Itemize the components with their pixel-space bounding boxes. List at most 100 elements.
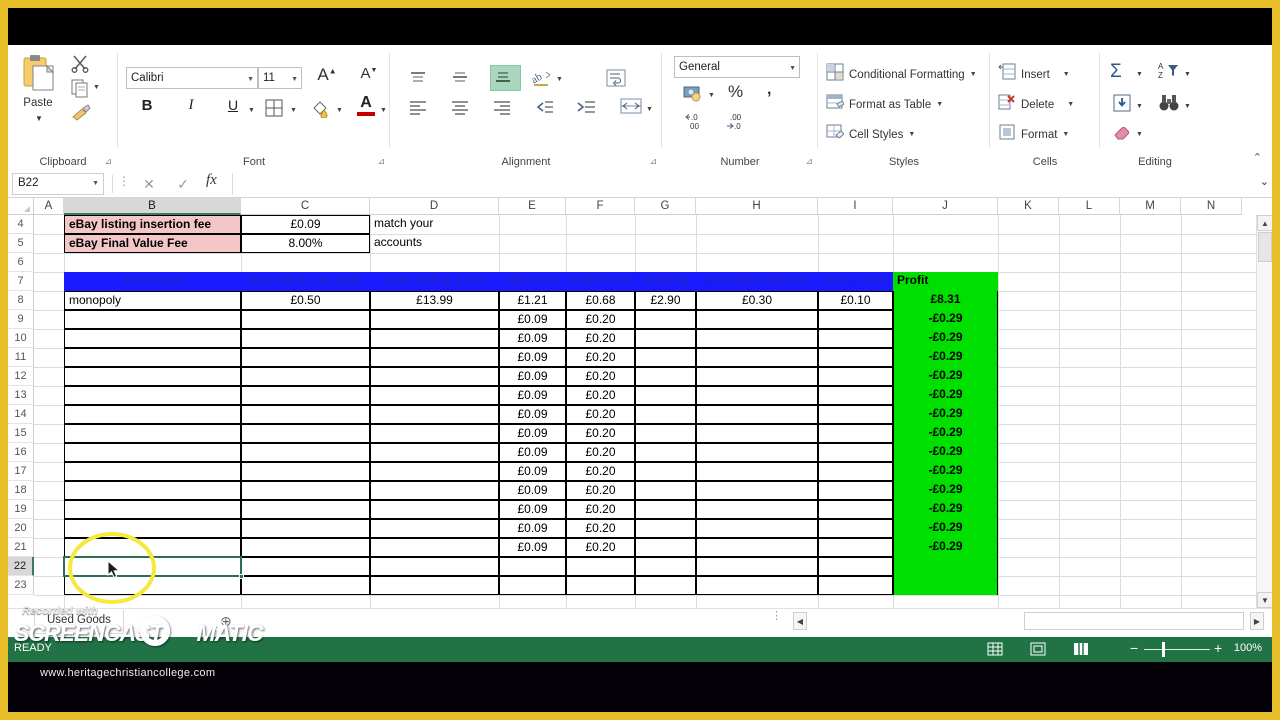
cell-shipping-row-12[interactable] bbox=[635, 367, 696, 386]
merge-and-center-icon[interactable] bbox=[618, 95, 644, 122]
page-break-preview-icon[interactable] bbox=[1071, 640, 1091, 658]
cell-paypal-fees-row-11[interactable]: £0.20 bbox=[566, 348, 635, 367]
cell-other-costs-row-16[interactable] bbox=[818, 443, 893, 462]
row-header-5[interactable]: 5 bbox=[8, 234, 34, 253]
font-dialog-launcher[interactable]: ⊿ bbox=[377, 156, 385, 167]
cell-paid-row-9[interactable] bbox=[241, 310, 370, 329]
row-header-8[interactable]: 8 bbox=[8, 291, 34, 310]
cell-item-row-19[interactable] bbox=[64, 500, 241, 519]
cell-paid-row-18[interactable] bbox=[241, 481, 370, 500]
format-painter-icon[interactable] bbox=[70, 103, 92, 128]
autosum-dropdown-caret[interactable]: ▼ bbox=[1136, 71, 1143, 78]
cell-paypal-fees-row-18[interactable]: £0.20 bbox=[566, 481, 635, 500]
cell-item-row-21[interactable] bbox=[64, 538, 241, 557]
scroll-options-dots[interactable]: ⋮ bbox=[771, 611, 782, 622]
cell-item-row-16[interactable] bbox=[64, 443, 241, 462]
row-header-20[interactable]: 20 bbox=[8, 519, 34, 538]
font-family-combobox[interactable]: Calibri ▼ bbox=[126, 67, 258, 89]
row-header-22[interactable]: 22 bbox=[8, 557, 34, 576]
number-format-combobox[interactable]: General ▼ bbox=[674, 56, 800, 78]
cell-paypal-fees-row-23[interactable] bbox=[566, 576, 635, 595]
find-select-binoculars-icon[interactable] bbox=[1158, 93, 1180, 118]
cell-packaging-row-16[interactable] bbox=[696, 443, 818, 462]
borders-dropdown-caret[interactable]: ▼ bbox=[290, 107, 297, 114]
column-header-C[interactable]: C bbox=[241, 198, 370, 215]
cell-ebay-fees-row-16[interactable]: £0.09 bbox=[499, 443, 566, 462]
cell-styles-button[interactable]: Cell Styles ▼ bbox=[826, 123, 915, 146]
vertical-scrollbar[interactable]: ▲ ▼ bbox=[1256, 215, 1272, 608]
merge-dropdown-caret[interactable]: ▼ bbox=[646, 106, 653, 113]
cell-paid-row-21[interactable] bbox=[241, 538, 370, 557]
cell-D4[interactable]: match your bbox=[370, 215, 499, 234]
cell-shipping-row-22[interactable] bbox=[635, 557, 696, 576]
column-header-L[interactable]: L bbox=[1059, 198, 1120, 215]
fill-color-dropdown-caret[interactable]: ▼ bbox=[336, 107, 343, 114]
cell-paypal-fees-row-13[interactable]: £0.20 bbox=[566, 386, 635, 405]
cell-C4[interactable]: £0.09 bbox=[241, 215, 370, 234]
column-header-B[interactable]: B bbox=[64, 198, 241, 215]
table-header-packaging-materials[interactable]: Packaging Materials bbox=[696, 272, 818, 291]
collapse-ribbon-icon[interactable]: ⌃ bbox=[1253, 151, 1262, 164]
column-header-D[interactable]: D bbox=[370, 198, 499, 215]
cell-ebay-fees-row-21[interactable]: £0.09 bbox=[499, 538, 566, 557]
cell-shipping-row-17[interactable] bbox=[635, 462, 696, 481]
cell-other-costs-row-8[interactable]: £0.10 bbox=[818, 291, 893, 310]
cell-profit-row-18[interactable]: -£0.29 bbox=[893, 481, 998, 500]
underline-button[interactable]: U bbox=[220, 97, 246, 121]
horizontal-scrollbar[interactable] bbox=[1024, 612, 1244, 630]
row-header-23[interactable]: 23 bbox=[8, 576, 34, 595]
cell-item-row-14[interactable] bbox=[64, 405, 241, 424]
autosum-sigma-icon[interactable]: Σ bbox=[1110, 61, 1122, 83]
column-header-K[interactable]: K bbox=[998, 198, 1059, 215]
cell-packaging-row-20[interactable] bbox=[696, 519, 818, 538]
row-header-21[interactable]: 21 bbox=[8, 538, 34, 557]
cell-other-costs-row-21[interactable] bbox=[818, 538, 893, 557]
column-header-H[interactable]: H bbox=[696, 198, 818, 215]
cell-profit-row-13[interactable]: -£0.29 bbox=[893, 386, 998, 405]
scroll-up-icon[interactable]: ▲ bbox=[1257, 215, 1272, 231]
cell-shipping-row-13[interactable] bbox=[635, 386, 696, 405]
table-header-item-name[interactable]: Item name bbox=[64, 272, 241, 291]
cell-shipping-row-19[interactable] bbox=[635, 500, 696, 519]
cell-D5[interactable]: accounts bbox=[370, 234, 499, 253]
find-dropdown-caret[interactable]: ▼ bbox=[1184, 103, 1191, 110]
cell-sell-row-10[interactable] bbox=[370, 329, 499, 348]
cell-ebay-fees-row-14[interactable]: £0.09 bbox=[499, 405, 566, 424]
sort-filter-icon[interactable]: A Z bbox=[1158, 61, 1182, 86]
alignment-dialog-launcher[interactable]: ⊿ bbox=[649, 156, 657, 167]
cell-paypal-fees-row-19[interactable]: £0.20 bbox=[566, 500, 635, 519]
accounting-dropdown-caret[interactable]: ▼ bbox=[708, 92, 715, 99]
copy-dropdown-caret[interactable]: ▼ bbox=[93, 84, 100, 91]
cell-paid-row-23[interactable] bbox=[241, 576, 370, 595]
cell-ebay-fees-row-11[interactable]: £0.09 bbox=[499, 348, 566, 367]
cell-other-costs-row-15[interactable] bbox=[818, 424, 893, 443]
cell-shipping-row-16[interactable] bbox=[635, 443, 696, 462]
zoom-slider-track[interactable] bbox=[1144, 649, 1210, 650]
cell-item-row-9[interactable] bbox=[64, 310, 241, 329]
fill-color-icon[interactable] bbox=[310, 98, 330, 123]
cell-B4[interactable]: eBay listing insertion fee bbox=[64, 215, 241, 234]
cell-ebay-fees-row-19[interactable]: £0.09 bbox=[499, 500, 566, 519]
row-header-7[interactable]: 7 bbox=[8, 272, 34, 291]
zoom-out-button[interactable]: − bbox=[1130, 641, 1138, 655]
cell-shipping-row-10[interactable] bbox=[635, 329, 696, 348]
cell-paid-row-17[interactable] bbox=[241, 462, 370, 481]
cell-other-costs-row-22[interactable] bbox=[818, 557, 893, 576]
row-header-4[interactable]: 4 bbox=[8, 215, 34, 234]
paste-icon[interactable] bbox=[18, 53, 58, 95]
font-color-dropdown-caret[interactable]: ▼ bbox=[380, 107, 387, 114]
cell-item-row-12[interactable] bbox=[64, 367, 241, 386]
cell-sell-row-8[interactable]: £13.99 bbox=[370, 291, 499, 310]
cell-paid-row-13[interactable] bbox=[241, 386, 370, 405]
cell-other-costs-row-13[interactable] bbox=[818, 386, 893, 405]
cell-item-row-23[interactable] bbox=[64, 576, 241, 595]
cell-ebay-fees-row-9[interactable]: £0.09 bbox=[499, 310, 566, 329]
select-all-corner[interactable] bbox=[8, 198, 34, 215]
cell-ebay-fees-row-15[interactable]: £0.09 bbox=[499, 424, 566, 443]
cell-ebay-fees-row-17[interactable]: £0.09 bbox=[499, 462, 566, 481]
clipboard-dialog-launcher[interactable]: ⊿ bbox=[104, 156, 112, 167]
accounting-format-icon[interactable] bbox=[682, 85, 704, 108]
cell-sell-row-23[interactable] bbox=[370, 576, 499, 595]
cell-shipping-row-14[interactable] bbox=[635, 405, 696, 424]
paste-button-label[interactable]: Paste bbox=[16, 97, 60, 109]
